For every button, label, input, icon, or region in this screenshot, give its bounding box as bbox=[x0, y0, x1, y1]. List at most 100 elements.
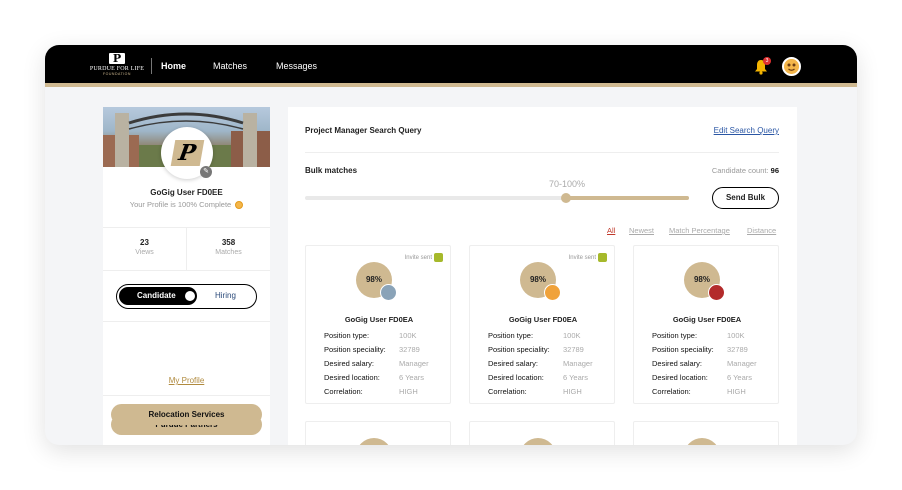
app-window: P PURDUE FOR LIFE FOUNDATION Home Matche… bbox=[45, 45, 857, 445]
correlation-label: Correlation: bbox=[488, 387, 527, 396]
send-bulk-button[interactable]: Send Bulk bbox=[712, 187, 779, 209]
position-speciality-label: Position speciality: bbox=[488, 345, 550, 354]
sort-match-percentage[interactable]: Match Percentage bbox=[669, 226, 730, 235]
candidate-count-label: Candidate count: bbox=[711, 166, 769, 175]
position-type-label: Position type: bbox=[324, 331, 370, 340]
desired-salary-label: Desired salary: bbox=[488, 359, 539, 368]
profile-completion-text: Your Profile is 100% Complete bbox=[129, 200, 232, 209]
toggle-candidate-label: Candidate bbox=[137, 291, 176, 300]
profile-sidebar: P ✎ GoGig User FD0EE Your Profile is 100… bbox=[103, 107, 270, 445]
desired-salary-row: Desired salary: Manager bbox=[652, 359, 757, 368]
position-type-value: 100K bbox=[563, 331, 581, 340]
sort-distance[interactable]: Distance bbox=[747, 226, 776, 235]
notification-badge: 3 bbox=[763, 57, 771, 65]
desired-salary-row: Desired salary: Manager bbox=[488, 359, 593, 368]
divider bbox=[305, 152, 779, 153]
matches-label: Matches bbox=[215, 249, 242, 256]
correlation-label: Correlation: bbox=[652, 387, 691, 396]
correlation-row: Correlation: HIGH bbox=[324, 387, 418, 396]
position-type-row: Position type: 100K bbox=[324, 331, 417, 340]
desired-location-label: Desired location: bbox=[324, 373, 380, 382]
matches-stat: 358 Matches bbox=[186, 228, 270, 270]
candidate-avatar-icon bbox=[380, 284, 397, 301]
sort-newest[interactable]: Newest bbox=[629, 226, 654, 235]
nav-home[interactable]: Home bbox=[161, 45, 186, 87]
position-type-label: Position type: bbox=[488, 331, 534, 340]
candidate-count: Candidate count: 96 bbox=[712, 166, 779, 175]
desired-location-value: 6 Years bbox=[399, 373, 425, 382]
desired-salary-row: Desired salary: Manager bbox=[324, 359, 429, 368]
position-type-row: Position type: 100K bbox=[652, 331, 745, 340]
candidate-card[interactable]: Invite sent 98% GoGig User FD0EA Positio… bbox=[305, 245, 451, 404]
correlation-value: HIGH bbox=[563, 387, 582, 396]
nav-messages[interactable]: Messages bbox=[276, 45, 317, 87]
role-toggle[interactable]: Candidate Hiring bbox=[116, 284, 257, 309]
position-speciality-label: Position speciality: bbox=[652, 345, 714, 354]
invite-sent-icon bbox=[598, 253, 607, 262]
correlation-label: Correlation: bbox=[324, 387, 363, 396]
user-avatar-icon[interactable] bbox=[782, 57, 801, 76]
candidate-avatar-icon bbox=[544, 284, 561, 301]
matches-count: 358 bbox=[221, 238, 236, 247]
edit-pencil-icon[interactable]: ✎ bbox=[200, 166, 212, 178]
candidate-name[interactable]: GoGig User FD0EA bbox=[470, 315, 616, 324]
relocation-services-button[interactable]: Relocation Services bbox=[111, 404, 262, 425]
invite-status: Invite sent bbox=[405, 253, 443, 262]
candidate-count-value: 96 bbox=[770, 166, 779, 175]
search-results-panel: Project Manager Search Query Edit Search… bbox=[288, 107, 797, 445]
invite-status-text: Invite sent bbox=[568, 255, 596, 262]
desired-salary-value: Manager bbox=[399, 359, 429, 368]
position-type-value: 100K bbox=[399, 331, 417, 340]
match-range-label: 70-100% bbox=[549, 179, 586, 189]
candidate-card[interactable] bbox=[633, 421, 779, 445]
candidate-name[interactable]: GoGig User FD0EA bbox=[306, 315, 452, 324]
position-type-value: 100K bbox=[727, 331, 745, 340]
slider-handle[interactable] bbox=[561, 193, 571, 203]
edit-search-query-link[interactable]: Edit Search Query bbox=[714, 126, 779, 135]
position-speciality-label: Position speciality: bbox=[324, 345, 386, 354]
top-navbar: P PURDUE FOR LIFE FOUNDATION Home Matche… bbox=[45, 45, 857, 87]
divider bbox=[103, 321, 270, 322]
toggle-candidate[interactable]: Candidate bbox=[119, 287, 197, 305]
invite-status-text: Invite sent bbox=[404, 255, 432, 262]
profile-completion: Your Profile is 100% Complete bbox=[103, 200, 270, 210]
desired-location-row: Desired location: 6 Years bbox=[652, 373, 752, 382]
bulk-matches-label: Bulk matches bbox=[305, 166, 358, 175]
correlation-row: Correlation: HIGH bbox=[488, 387, 582, 396]
desired-location-value: 6 Years bbox=[563, 373, 589, 382]
desired-location-label: Desired location: bbox=[488, 373, 544, 382]
candidate-card[interactable] bbox=[305, 421, 451, 445]
position-type-row: Position type: 100K bbox=[488, 331, 581, 340]
correlation-value: HIGH bbox=[727, 387, 746, 396]
desired-location-value: 6 Years bbox=[727, 373, 753, 382]
desired-salary-label: Desired salary: bbox=[324, 359, 375, 368]
invite-sent-icon bbox=[434, 253, 443, 262]
medal-icon bbox=[235, 201, 244, 210]
purdue-logo[interactable]: P PURDUE FOR LIFE FOUNDATION bbox=[89, 53, 145, 79]
match-percentage bbox=[684, 438, 720, 445]
desired-location-row: Desired location: 6 Years bbox=[324, 373, 424, 382]
desired-location-label: Desired location: bbox=[652, 373, 708, 382]
candidate-card[interactable]: 98% GoGig User FD0EA Position type: 100K … bbox=[633, 245, 779, 404]
position-speciality-value: 32789 bbox=[727, 345, 748, 354]
views-stat: 23 Views bbox=[103, 228, 186, 270]
nav-matches[interactable]: Matches bbox=[213, 45, 247, 87]
correlation-value: HIGH bbox=[399, 387, 418, 396]
my-profile-link[interactable]: My Profile bbox=[103, 376, 270, 385]
views-label: Views bbox=[135, 249, 154, 256]
divider bbox=[103, 395, 270, 396]
toggle-hiring[interactable]: Hiring bbox=[215, 285, 236, 306]
position-speciality-value: 32789 bbox=[563, 345, 584, 354]
position-speciality-row: Position speciality: 32789 bbox=[652, 345, 748, 354]
sort-all[interactable]: All bbox=[607, 226, 615, 235]
slider-fill bbox=[566, 196, 689, 200]
candidate-card[interactable]: Invite sent 98% GoGig User FD0EA Positio… bbox=[469, 245, 615, 404]
logo-subtext: FOUNDATION bbox=[103, 72, 131, 76]
purdue-p-mark: P bbox=[108, 53, 126, 64]
candidate-name[interactable]: GoGig User FD0EA bbox=[634, 315, 780, 324]
desired-location-row: Desired location: 6 Years bbox=[488, 373, 588, 382]
position-speciality-row: Position speciality: 32789 bbox=[488, 345, 584, 354]
candidate-card[interactable] bbox=[469, 421, 615, 445]
profile-stats: 23 Views 358 Matches bbox=[103, 227, 270, 271]
views-count: 23 bbox=[140, 238, 149, 247]
